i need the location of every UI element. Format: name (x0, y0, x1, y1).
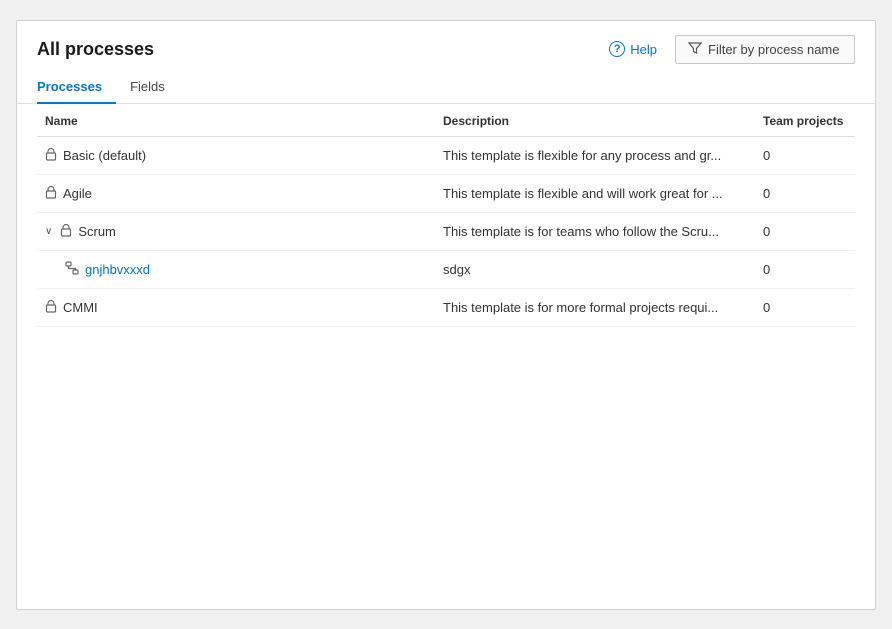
filter-icon (688, 41, 702, 58)
tab-bar: Processes Fields (17, 72, 875, 104)
table-row: Agile This template is flexible and will … (37, 174, 855, 212)
header-actions: ? Help Filter by process name (603, 35, 855, 64)
processes-table: Name Description Team projects Basic (de… (37, 104, 855, 327)
col-name: Name (37, 104, 435, 137)
branch-icon (65, 261, 79, 278)
lock-icon (60, 223, 72, 240)
process-description: This template is for more formal project… (435, 288, 755, 326)
filter-button[interactable]: Filter by process name (675, 35, 855, 64)
process-team-projects: 0 (755, 212, 855, 250)
lock-icon (45, 185, 57, 202)
process-name[interactable]: gnjhbvxxxd (85, 262, 150, 277)
page-title: All processes (37, 39, 154, 60)
lock-icon (45, 147, 57, 164)
col-team-projects: Team projects (755, 104, 855, 137)
expand-chevron[interactable]: ∨ (45, 226, 52, 237)
process-description: This template is flexible for any proces… (435, 136, 755, 174)
table-container: Name Description Team projects Basic (de… (17, 104, 875, 609)
process-name: Scrum (78, 224, 116, 239)
process-name: CMMI (63, 300, 98, 315)
filter-label: Filter by process name (708, 42, 840, 57)
process-description: sdgx (435, 250, 755, 288)
process-name: Basic (default) (63, 148, 146, 163)
table-row: ∨ Scrum This template is for teams who fo… (37, 212, 855, 250)
table-row: Basic (default) This template is flexible… (37, 136, 855, 174)
col-description: Description (435, 104, 755, 137)
lock-icon (45, 299, 57, 316)
main-window: All processes ? Help Filter by process n… (16, 20, 876, 610)
process-team-projects: 0 (755, 250, 855, 288)
table-header-row: Name Description Team projects (37, 104, 855, 137)
help-icon: ? (609, 41, 625, 57)
process-team-projects: 0 (755, 136, 855, 174)
table-row: gnjhbvxxxd sdgx0 (37, 250, 855, 288)
process-name: Agile (63, 186, 92, 201)
tab-fields[interactable]: Fields (130, 73, 179, 104)
page-header: All processes ? Help Filter by process n… (17, 21, 875, 72)
tab-processes[interactable]: Processes (37, 73, 116, 104)
table-row: CMMI This template is for more formal pro… (37, 288, 855, 326)
process-team-projects: 0 (755, 288, 855, 326)
help-label: Help (630, 42, 657, 57)
process-team-projects: 0 (755, 174, 855, 212)
help-button[interactable]: ? Help (603, 37, 663, 61)
process-description: This template is for teams who follow th… (435, 212, 755, 250)
process-description: This template is flexible and will work … (435, 174, 755, 212)
